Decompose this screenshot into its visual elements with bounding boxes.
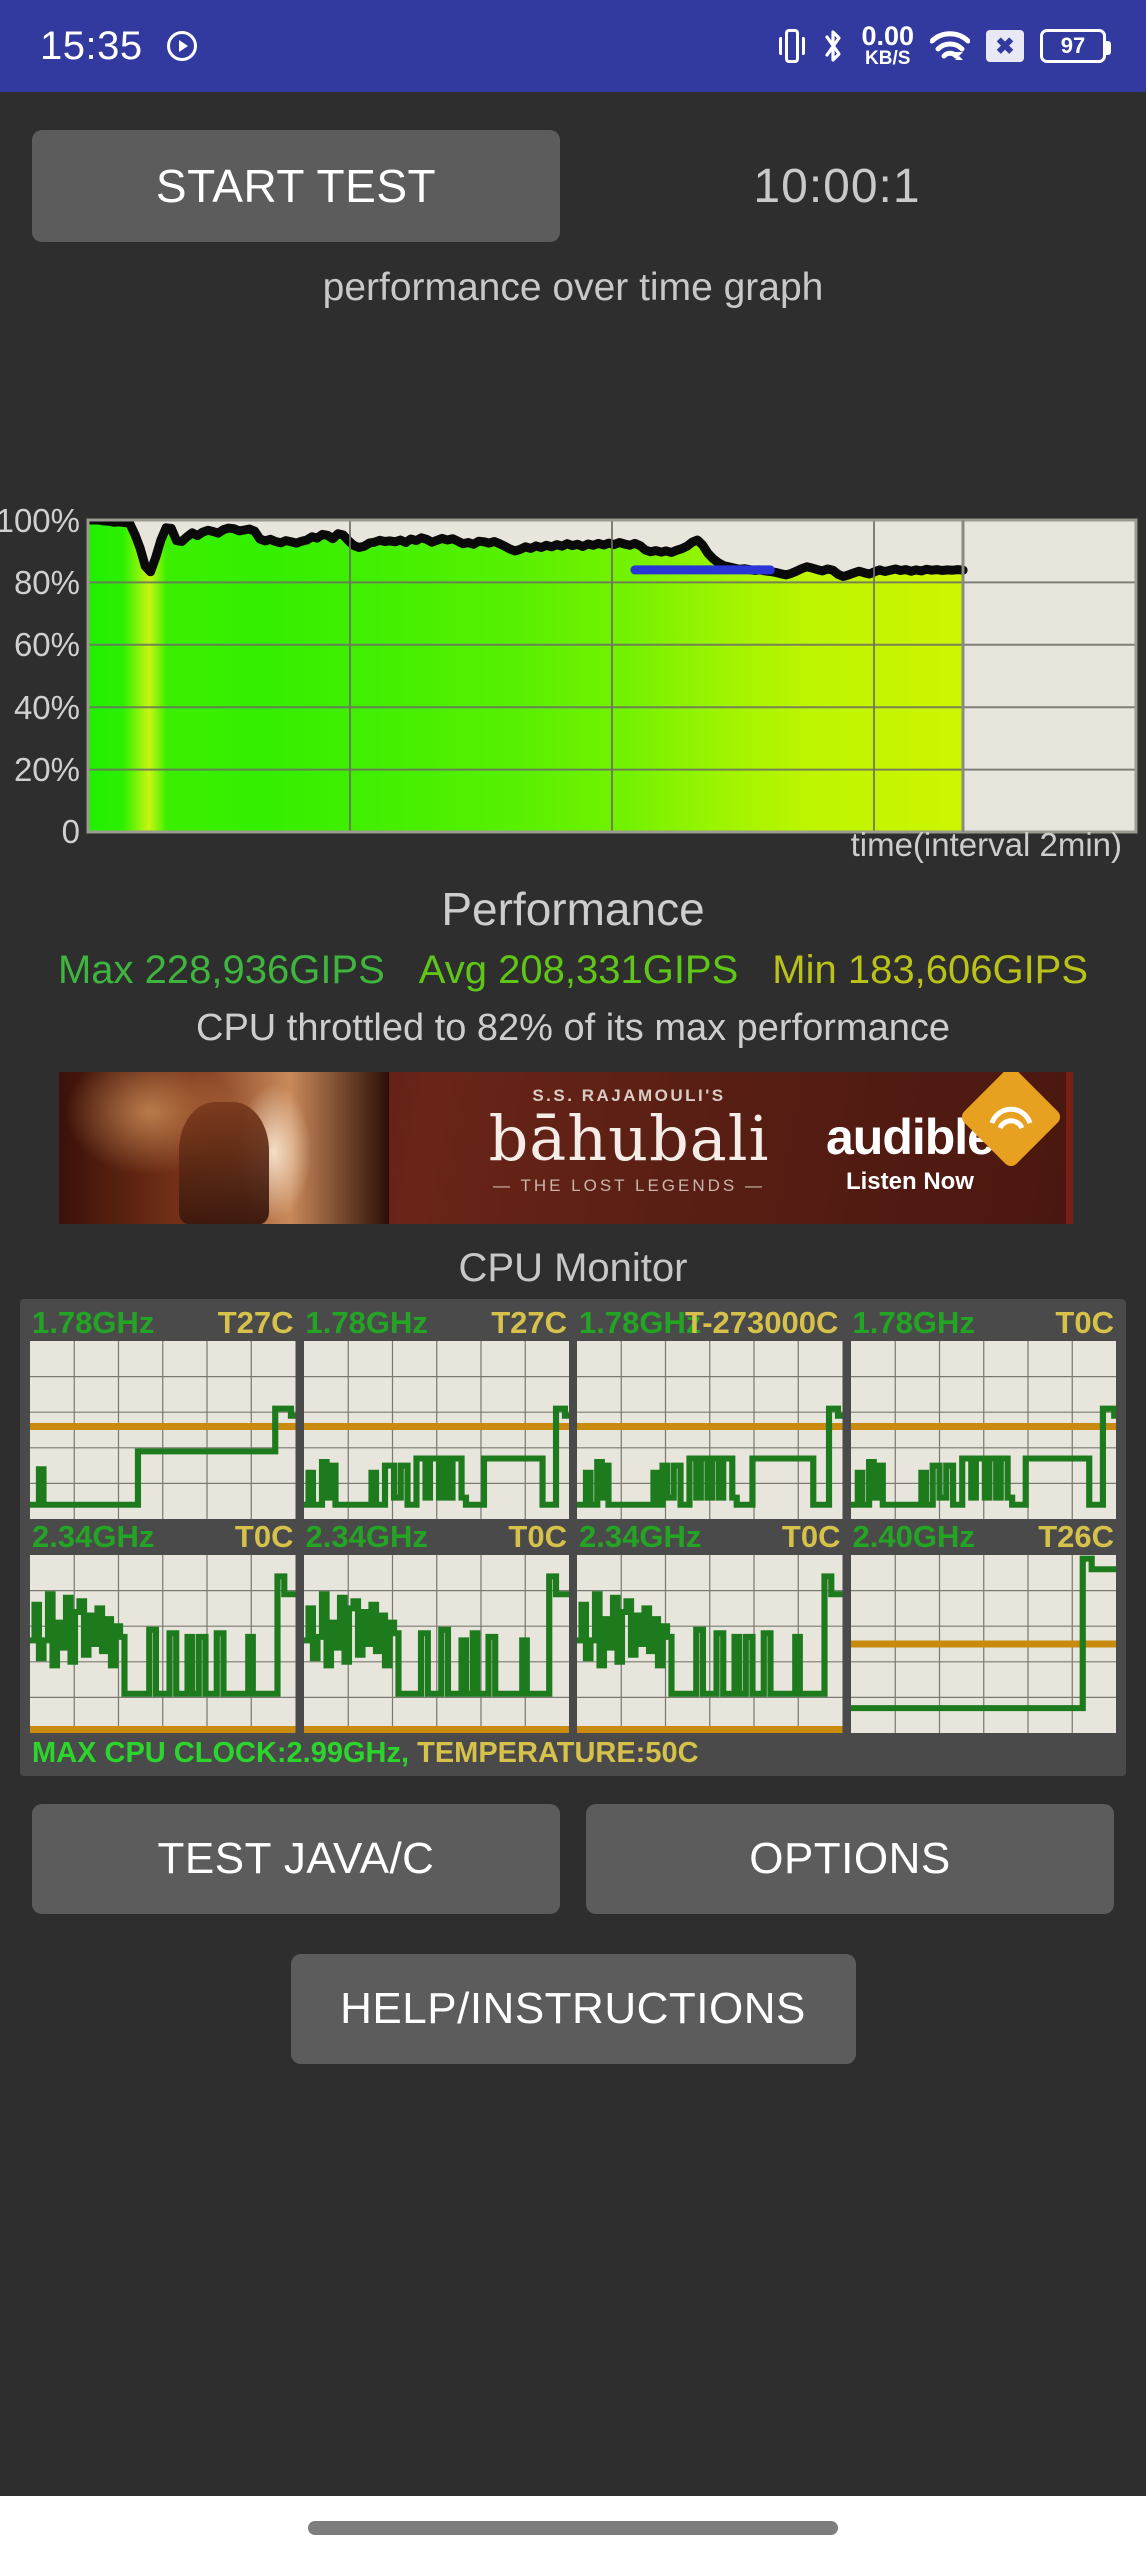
ad-tagline: — THE LOST LEGENDS —: [493, 1176, 765, 1195]
svg-text:80%: 80%: [14, 564, 80, 601]
cpu-core-cell: 1.78GHz T-273000C: [573, 1305, 847, 1519]
cpu-core-frequency: 2.34GHz: [32, 1519, 155, 1554]
secondary-button-row: TEST JAVA/C OPTIONS: [0, 1776, 1146, 1914]
cpu-core-plot: [30, 1341, 296, 1519]
cpu-core-header: 2.34GHz T0C: [304, 1519, 570, 1555]
bluetooth-icon: [821, 29, 845, 63]
cpu-core-frequency: 1.78GHz: [32, 1305, 155, 1340]
cpu-core-plot: [850, 1555, 1116, 1733]
cpu-core-header: 2.34GHz T0C: [577, 1519, 843, 1555]
cpu-core-temperature: T27C: [217, 1305, 294, 1340]
sim-x-icon: ✖: [986, 30, 1024, 62]
cpu-monitor-footer: MAX CPU CLOCK:2.99GHz, TEMPERATURE:50C: [26, 1733, 1120, 1776]
home-gesture-pill[interactable]: [308, 2521, 838, 2535]
countdown-timer: 10:00:1: [753, 159, 921, 213]
cpu-core-header: 1.78GHz T-273000C: [577, 1305, 843, 1341]
cpu-core-header: 1.78GHz T0C: [851, 1305, 1117, 1341]
svg-text:20%: 20%: [14, 751, 80, 788]
battery-level-label: 97: [1060, 33, 1086, 58]
status-bar-right: 0.00 KB/S ✖ 97: [779, 21, 1111, 69]
cpu-core-cell: 2.40GHz T26C: [847, 1519, 1121, 1733]
status-clock: 15:35: [40, 23, 143, 68]
svg-text:60%: 60%: [14, 626, 80, 663]
svg-text:100%: 100%: [0, 502, 80, 539]
cpu-core-temperature: T-273000C: [685, 1305, 839, 1340]
phone-screen: 15:35 0.00 KB/S ✖ 97 START TEST 10:00:1 …: [0, 0, 1146, 2560]
cpu-core-cell: 1.78GHz T27C: [300, 1305, 574, 1519]
cpu-core-grid: 1.78GHz T27C 1.78GHz T27C 1.78GHz T-273000C 1.…: [26, 1305, 1120, 1733]
status-bar-left: 15:35: [40, 24, 197, 69]
stat-min: Min 183,606GIPS: [772, 948, 1089, 992]
cpu-temperature-label: TEMPERATURE:50C: [417, 1737, 699, 1769]
cpu-core-temperature: T0C: [508, 1519, 567, 1554]
ad-title-block: S.S. RAJAMOULI'S bāhubali — THE LOST LEG…: [409, 1086, 849, 1196]
app-content: START TEST 10:00:1 performance over time…: [0, 92, 1146, 2496]
ad-banner[interactable]: S.S. RAJAMOULI'S bāhubali — THE LOST LEG…: [59, 1072, 1087, 1224]
performance-graph: 100% 80% 60% 40% 20% 0 time(interval 2mi…: [0, 314, 1146, 874]
svg-text:0: 0: [62, 813, 80, 850]
status-bar: 15:35 0.00 KB/S ✖ 97: [0, 0, 1146, 92]
cpu-core-frequency: 2.40GHz: [852, 1519, 975, 1554]
wifi-icon: [929, 30, 971, 62]
battery-indicator: 97: [1040, 29, 1111, 63]
ad-cta: Listen Now: [845, 1168, 974, 1195]
cpu-core-header: 2.40GHz T26C: [851, 1519, 1117, 1555]
cpu-core-frequency: 1.78GHz: [579, 1305, 702, 1340]
cpu-core-plot: [303, 1555, 569, 1733]
cpu-core-temperature: T0C: [781, 1519, 841, 1554]
performance-heading: Performance: [441, 883, 705, 935]
cpu-core-header: 1.78GHz T27C: [30, 1305, 296, 1341]
cpu-core-cell: 1.78GHz T27C: [26, 1305, 300, 1519]
stat-max: Max 228,936GIPS: [57, 948, 385, 992]
ad-artwork: [59, 1072, 389, 1224]
cpu-monitor-title: CPU Monitor: [458, 1246, 688, 1290]
ad-title: bāhubali: [488, 1102, 770, 1175]
performance-graph-title: performance over time graph: [322, 266, 824, 309]
performance-graph-svg: 100% 80% 60% 40% 20% 0: [0, 502, 1138, 850]
cpu-core-plot: [850, 1341, 1116, 1519]
cpu-core-cell: 2.34GHz T0C: [300, 1519, 574, 1733]
cpu-core-temperature: T0C: [234, 1519, 294, 1554]
cpu-core-plot: [577, 1341, 843, 1519]
start-test-button[interactable]: START TEST: [32, 130, 560, 242]
cpu-core-temperature: T26C: [1038, 1519, 1114, 1554]
cpu-core-frequency: 1.78GHz: [852, 1305, 975, 1340]
cpu-core-header: 1.78GHz T27C: [304, 1305, 570, 1341]
cpu-core-temperature: T0C: [1055, 1305, 1114, 1340]
max-cpu-clock-label: MAX CPU CLOCK:2.99GHz,: [32, 1737, 410, 1769]
cpu-core-plot: [30, 1555, 296, 1733]
cpu-monitor-panel: 1.78GHz T27C 1.78GHz T27C 1.78GHz T-273000C 1.…: [20, 1299, 1126, 1776]
cpu-core-frequency: 2.34GHz: [579, 1519, 702, 1554]
svg-text:40%: 40%: [14, 689, 80, 726]
throttle-message: CPU throttled to 82% of its max performa…: [196, 1007, 950, 1049]
network-speed-indicator: 0.00 KB/S: [861, 21, 914, 69]
performance-stats: Max 228,936GIPS Avg 208,331GIPS Min 183,…: [0, 948, 1146, 993]
cpu-core-cell: 2.34GHz T0C: [573, 1519, 847, 1733]
vibrate-icon: [779, 29, 806, 63]
help-instructions-button[interactable]: HELP/INSTRUCTIONS: [290, 1954, 856, 2064]
cpu-core-plot: [303, 1341, 569, 1519]
top-controls-row: START TEST 10:00:1: [0, 92, 1146, 242]
cpu-core-plot: [577, 1555, 843, 1733]
cpu-core-frequency: 1.78GHz: [305, 1305, 428, 1340]
ad-banner-inner[interactable]: S.S. RAJAMOULI'S bāhubali — THE LOST LEG…: [59, 1072, 1073, 1224]
cpu-core-temperature: T27C: [491, 1305, 567, 1340]
cpu-core-cell: 1.78GHz T0C: [847, 1305, 1121, 1519]
play-circle-icon: [166, 31, 197, 61]
graph-x-axis-label: time(interval 2min): [850, 826, 1122, 863]
stat-avg: Avg 208,331GIPS: [418, 948, 739, 992]
cpu-core-frequency: 2.34GHz: [305, 1519, 428, 1554]
system-nav-bar: [0, 2496, 1146, 2560]
cpu-core-header: 2.34GHz T0C: [30, 1519, 296, 1555]
options-button[interactable]: OPTIONS: [586, 1804, 1114, 1914]
help-button-row: HELP/INSTRUCTIONS: [0, 1914, 1146, 2064]
test-java-c-button[interactable]: TEST JAVA/C: [32, 1804, 560, 1914]
cpu-core-cell: 2.34GHz T0C: [26, 1519, 300, 1733]
